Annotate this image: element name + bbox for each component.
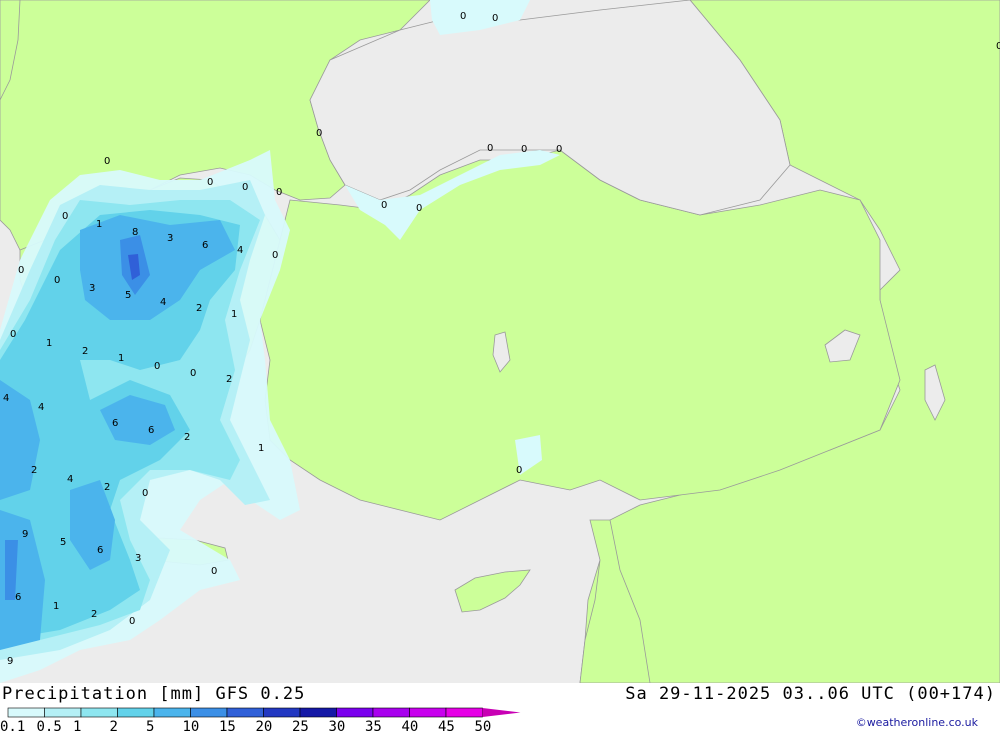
legend-color-box — [44, 707, 82, 718]
map-value: 0 — [416, 203, 422, 214]
map-datetime: Sa 29-11-2025 03..06 UTC (00+174) — [625, 684, 996, 704]
map-value: 0 — [18, 265, 24, 276]
legend-color-box — [190, 707, 228, 718]
legend-tick-label: 10 — [183, 719, 200, 733]
map-value: 6 — [15, 592, 21, 603]
map-value: 0 — [556, 144, 562, 155]
map-value: 0 — [460, 11, 466, 22]
map-value: 1 — [258, 443, 264, 454]
map-value: 8 — [132, 227, 138, 238]
map-value: 2 — [82, 346, 88, 357]
map-value: 0 — [142, 488, 148, 499]
map-value: 3 — [167, 233, 173, 244]
map-value: 0 — [272, 250, 278, 261]
legend-tick-labels: 0.1 0.5 1 2 5 10 15 20 25 30 35 40 45 50 — [0, 719, 491, 733]
map-value: 0 — [104, 156, 110, 167]
legend-tick-label: 30 — [329, 719, 346, 733]
map-value: 0 — [54, 275, 60, 286]
map-value: 4 — [160, 297, 166, 308]
map-value: 0 — [521, 144, 527, 155]
map-value: 0 — [62, 211, 68, 222]
map-value: 0 — [207, 177, 213, 188]
map-value: 0 — [154, 361, 160, 372]
map-value: 1 — [46, 338, 52, 349]
map-value: 0 — [316, 128, 322, 139]
legend-tick-label: 5 — [146, 719, 154, 733]
map-title: Precipitation [mm] GFS 0.25 — [2, 684, 306, 704]
map-value: 0 — [381, 200, 387, 211]
legend-arrow — [482, 708, 521, 717]
legend-color-boxes — [7, 707, 521, 718]
legend-tick-label: 25 — [292, 719, 309, 733]
map-value: 0 — [492, 13, 498, 24]
color-legend: 0.1 0.5 1 2 5 10 15 20 25 30 35 40 45 50 — [0, 707, 521, 733]
map-value: 1 — [118, 353, 124, 364]
legend-tick-label: 45 — [438, 719, 455, 733]
map-value: 9 — [22, 529, 28, 540]
legend-tick-label: 2 — [110, 719, 118, 733]
map-value: 0 — [276, 187, 282, 198]
map-value: 0 — [996, 41, 1000, 52]
map-value: 6 — [97, 545, 103, 556]
map-value: 4 — [3, 393, 9, 404]
map-value: 5 — [125, 290, 131, 301]
map-value: 0 — [211, 566, 217, 577]
map-value: 2 — [226, 374, 232, 385]
map-value: 0 — [190, 368, 196, 379]
map-value: 2 — [184, 432, 190, 443]
map-value: 2 — [91, 609, 97, 620]
legend-color-box — [117, 707, 155, 718]
legend-tick-label: 20 — [256, 719, 273, 733]
map-value: 9 — [7, 656, 13, 667]
legend-color-box — [409, 707, 447, 718]
legend-color-box — [80, 707, 118, 718]
map-value: 3 — [89, 283, 95, 294]
legend-color-box — [336, 707, 374, 718]
map-value: 5 — [60, 537, 66, 548]
legend-tick-label: 0.1 — [0, 719, 25, 733]
map-value: 4 — [38, 402, 44, 413]
legend-color-box — [263, 707, 301, 718]
map-value: 0 — [10, 329, 16, 340]
map-value: 1 — [96, 219, 102, 230]
map-value: 2 — [196, 303, 202, 314]
legend-tick-label: 35 — [365, 719, 382, 733]
legend-tick-label: 0.5 — [37, 719, 62, 733]
legend-color-box — [226, 707, 264, 718]
map-value: 0 — [242, 182, 248, 193]
map-value: 3 — [135, 553, 141, 564]
map-value: 2 — [31, 465, 37, 476]
legend-color-box — [372, 707, 410, 718]
map-value: 0 — [129, 616, 135, 627]
map-value: 6 — [148, 425, 154, 436]
map-value: 1 — [231, 309, 237, 320]
map-value: 1 — [53, 601, 59, 612]
legend-color-box — [7, 707, 45, 718]
map-value: 4 — [67, 474, 73, 485]
map-value: 6 — [202, 240, 208, 251]
legend-tick-label: 1 — [73, 719, 81, 733]
map-value: 0 — [487, 143, 493, 154]
map-value: 2 — [104, 482, 110, 493]
map-value: 4 — [237, 245, 243, 256]
precipitation-map: 0 0 0 0 0 0 0 0 0 0 0 0 0 0 1 8 3 6 4 0 … — [0, 0, 1000, 683]
legend-tick-label: 50 — [475, 719, 492, 733]
credit-link[interactable]: ©weatheronline.co.uk — [856, 716, 978, 729]
map-value: 0 — [516, 465, 522, 476]
legend-tick-label: 40 — [402, 719, 419, 733]
legend-tick-label: 15 — [219, 719, 236, 733]
legend-color-box — [299, 707, 337, 718]
map-canvas: 0 0 0 0 0 0 0 0 0 0 0 0 0 0 1 8 3 6 4 0 … — [0, 0, 1000, 683]
legend-color-box — [153, 707, 191, 718]
map-value: 6 — [112, 418, 118, 429]
legend-color-box — [445, 707, 483, 718]
